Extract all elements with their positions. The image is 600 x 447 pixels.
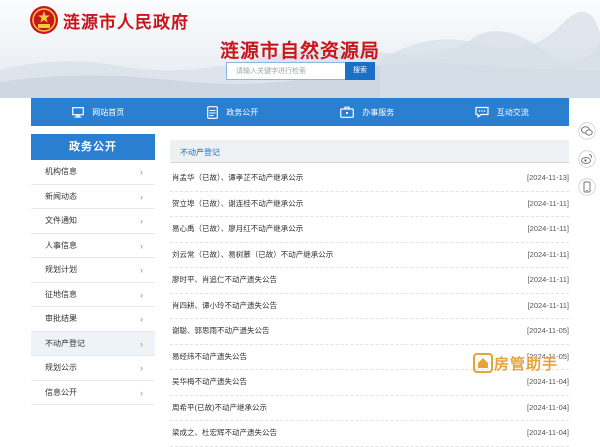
search-button[interactable]: 搜索 [345, 62, 375, 80]
sidebar-item-label: 不动产登记 [45, 338, 85, 348]
watermark-text: 房管助手 [494, 355, 559, 373]
list-item[interactable]: 刘云常（已故）、易树慕（已故）不动产继承公示 [2024-11-11] [170, 243, 569, 268]
list-item-date: [2024-11-11] [527, 275, 569, 284]
sidebar-item-label: 人事信息 [45, 240, 77, 250]
main-content: 不动产登记 肖孟华（已故）、谭孝芷不动产继承公示 [2024-11-13] 贺立… [170, 140, 569, 447]
nav-item-gov-affairs[interactable]: 政务公开 [166, 98, 301, 126]
chevron-right-icon: › [140, 314, 143, 324]
list-item-date: [2024-11-13] [527, 173, 569, 182]
chevron-right-icon: › [140, 387, 143, 398]
list-item[interactable]: 梁成之、杜宏辉不动产遗失公告 [2024-11-04] [170, 421, 569, 447]
list-item[interactable]: 廖时平、肖追仁不动产遗失公告 [2024-11-11] [170, 268, 569, 294]
sidebar-title: 政务公开 [31, 134, 155, 160]
list-item[interactable]: 易心禹（已故）、廖月红不动产继承公示 [2024-11-11] [170, 217, 569, 243]
watermark: 房管助手 [472, 350, 568, 376]
monitor-icon [72, 106, 85, 118]
sidebar-item-label: 机构信息 [45, 167, 77, 176]
chat-icon [475, 106, 489, 118]
header-banner: 涟源市人民政府 涟源市自然资源局 搜索 [0, 0, 600, 98]
sidebar-item-label: 规划公示 [45, 363, 77, 372]
briefcase-icon [340, 106, 355, 118]
list-item-title[interactable]: 吴华梅不动产遗失公告 [172, 370, 247, 394]
nav-item-services[interactable]: 办事服务 [300, 98, 435, 126]
weibo-icon[interactable] [578, 150, 596, 168]
house-logo-icon [473, 353, 493, 373]
nav-item-label: 网站首页 [92, 107, 125, 117]
sidebar-item-label: 征地信息 [45, 289, 77, 299]
nav-item-label: 政务公开 [226, 107, 259, 117]
sidebar-item-label: 新闻动态 [45, 191, 77, 201]
chevron-right-icon: › [140, 338, 143, 349]
sidebar-item-label: 规划计划 [45, 265, 77, 274]
list-item-title[interactable]: 廖时平、肖追仁不动产遗失公告 [172, 268, 277, 292]
list-item-title[interactable]: 易心禹（已故）、廖月红不动产继承公示 [172, 217, 303, 241]
national-emblem-logo [30, 6, 58, 34]
list-item-title[interactable]: 肖四耕、谭小玲不动产遗失公告 [172, 294, 277, 318]
sidebar-item-org-info[interactable]: 机构信息 › [31, 160, 155, 185]
sidebar-item-real-estate-registration[interactable]: 不动产登记 › [31, 331, 155, 356]
section-title: 不动产登记 [180, 148, 220, 157]
list-item[interactable]: 周希平(已故)不动产继承公示 [2024-11-04] [170, 396, 569, 421]
list-item-title[interactable]: 刘云常（已故）、易树慕（已故）不动产继承公示 [172, 243, 333, 267]
list-item[interactable]: 贺立埠（已故）、谢连桂不动产继承公示 [2024-11-11] [170, 192, 569, 217]
chevron-right-icon: › [140, 167, 143, 177]
document-icon [207, 105, 219, 119]
chevron-right-icon: › [140, 265, 143, 275]
section-header: 不动产登记 [170, 140, 569, 163]
sidebar-item-plans[interactable]: 规划计划 › [31, 258, 155, 283]
sidebar-item-planning-publicity[interactable]: 规划公示 › [31, 356, 155, 381]
sidebar-item-land-acquisition[interactable]: 征地信息 › [31, 282, 155, 307]
site-title[interactable]: 涟源市人民政府 [63, 8, 189, 33]
list-item-title[interactable]: 肖孟华（已故）、谭孝芷不动产继承公示 [172, 166, 303, 190]
wechat-icon[interactable] [578, 122, 596, 140]
main-nav: 网站首页 政务公开 办事服务 互动交流 [31, 98, 569, 126]
bureau-title: 涟源市自然资源局 [219, 41, 380, 62]
chevron-right-icon: › [140, 240, 143, 251]
sidebar-item-label: 审批结果 [45, 314, 77, 323]
sidebar-item-news[interactable]: 新闻动态 › [31, 184, 155, 209]
mobile-icon[interactable] [578, 178, 596, 196]
list-item-date: [2024-11-11] [527, 300, 569, 310]
nav-item-label: 办事服务 [362, 107, 395, 117]
list-item[interactable]: 肖孟华（已故）、谭孝芷不动产继承公示 [2024-11-13] [170, 166, 569, 192]
list-item-title[interactable]: 谢聪、郭思雨不动产遗失公告 [172, 319, 270, 343]
nav-item-interaction[interactable]: 互动交流 [435, 98, 570, 126]
chevron-right-icon: › [140, 363, 143, 373]
list-item-title[interactable]: 易经纬不动产遗失公告 [172, 345, 247, 369]
list-item-date: [2024-11-05] [527, 326, 569, 335]
list-item-title[interactable]: 周希平(已故)不动产继承公示 [172, 396, 267, 420]
chevron-right-icon: › [140, 216, 143, 226]
article-list: 肖孟华（已故）、谭孝芷不动产继承公示 [2024-11-13] 贺立埠（已故）、… [170, 166, 569, 447]
sidebar-item-info-disclosure[interactable]: 信息公开 › [31, 380, 155, 405]
search-input[interactable] [226, 62, 357, 80]
sidebar-item-personnel[interactable]: 人事信息 › [31, 233, 155, 258]
sidebar-item-notices[interactable]: 文件通知 › [31, 209, 155, 234]
list-item-date: [2024-11-11] [527, 198, 569, 208]
list-item[interactable]: 肖四耕、谭小玲不动产遗失公告 [2024-11-11] [170, 294, 569, 319]
list-item-title[interactable]: 贺立埠（已故）、谢连桂不动产继承公示 [172, 192, 303, 216]
sidebar: 政务公开 机构信息 › 新闻动态 › 文件通知 › 人事信息 › 规划计划 › … [31, 134, 155, 405]
list-item-date: [2024-11-04] [527, 428, 569, 437]
nav-item-home[interactable]: 网站首页 [31, 98, 166, 126]
sidebar-item-label: 信息公开 [45, 387, 77, 397]
list-item-date: [2024-11-11] [527, 249, 569, 259]
chevron-right-icon: › [140, 289, 143, 300]
list-item-date: [2024-11-04] [527, 402, 569, 412]
sidebar-item-label: 文件通知 [45, 216, 77, 225]
list-item-title[interactable]: 梁成之、杜宏辉不动产遗失公告 [172, 421, 277, 445]
sidebar-item-approval-results[interactable]: 审批结果 › [31, 307, 155, 332]
list-item[interactable]: 谢聪、郭思雨不动产遗失公告 [2024-11-05] [170, 319, 569, 345]
nav-item-label: 互动交流 [496, 107, 529, 117]
chevron-right-icon: › [140, 191, 143, 202]
list-item-date: [2024-11-11] [527, 224, 569, 233]
